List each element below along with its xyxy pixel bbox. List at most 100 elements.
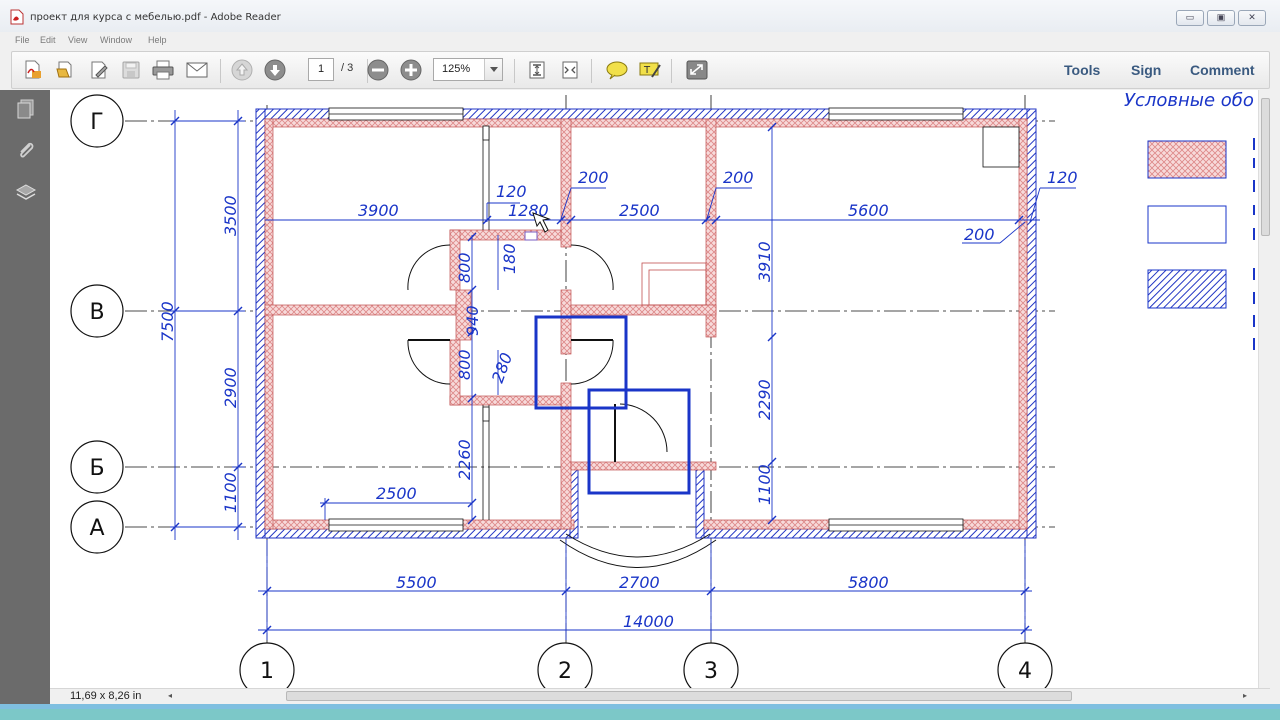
exterior-walls — [255, 108, 1037, 539]
zoom-in-icon — [400, 59, 422, 81]
axis-row-v: В — [89, 300, 104, 325]
comment-pane-button[interactable]: Comment — [1190, 62, 1255, 78]
dim-7500: 7500 — [158, 301, 177, 342]
menu-file[interactable]: File — [15, 35, 30, 45]
highlighter-icon: T — [639, 62, 661, 78]
envelope-icon — [186, 62, 208, 78]
menu-view[interactable]: View — [68, 35, 87, 45]
dim-120-right: 120 — [1047, 168, 1078, 187]
dim-180: 180 — [500, 243, 519, 274]
fit-page-button[interactable] — [524, 58, 550, 82]
dim-800-bottom: 800 — [455, 349, 474, 380]
page-total-label: / 3 — [341, 62, 354, 74]
dim-200-b: 200 — [723, 168, 754, 187]
minimize-button[interactable]: ▭ — [1176, 10, 1204, 26]
title-bar: проект для курса с мебелью.pdf - Adobe R… — [0, 0, 1280, 32]
dim-1100-right: 1100 — [755, 464, 774, 505]
print-button[interactable] — [150, 58, 176, 82]
previous-page-button[interactable] — [229, 58, 255, 82]
dim-5500: 5500 — [396, 573, 437, 592]
page-number-input[interactable]: 1 — [308, 58, 334, 81]
open-button[interactable] — [52, 58, 78, 82]
vertical-scrollbar[interactable] — [1258, 90, 1272, 688]
dim-3500: 3500 — [221, 195, 240, 236]
dim-2260: 2260 — [455, 439, 474, 480]
toolbar-separator — [514, 59, 515, 83]
save-icon — [122, 61, 140, 79]
document-view[interactable]: 3900 1280 2500 5600 120 200 200 120 200 … — [50, 90, 1258, 688]
menu-edit[interactable]: Edit — [40, 35, 56, 45]
axis-col-1: 1 — [260, 659, 274, 684]
zoom-value: 125% — [442, 63, 471, 75]
insulation-layer — [264, 118, 1028, 530]
dim-800-top: 800 — [455, 252, 474, 283]
dim-2700: 2700 — [619, 573, 660, 592]
zoom-out-icon — [367, 59, 389, 81]
minimize-icon: ▭ — [1185, 12, 1195, 22]
open-icon — [56, 61, 72, 78]
dim-280: 280 — [488, 350, 516, 385]
dimension-labels: 3900 1280 2500 5600 120 200 200 120 200 … — [158, 168, 1078, 631]
status-bar: 11,69 x 8,26 in ◂ ▸ — [50, 688, 1270, 704]
zoom-select[interactable]: 125% — [433, 58, 503, 81]
navigation-pane — [0, 90, 50, 704]
edit-icon — [91, 61, 108, 79]
close-icon: ✕ — [1248, 12, 1256, 22]
printer-icon — [152, 60, 174, 80]
next-page-button[interactable] — [262, 58, 288, 82]
zoom-in-button[interactable] — [398, 58, 424, 82]
fit-width-icon — [562, 61, 578, 79]
menu-help[interactable]: Help — [148, 35, 167, 45]
dim-3900: 3900 — [358, 201, 399, 220]
axis-row-a: А — [89, 516, 104, 541]
svg-text:T: T — [643, 65, 651, 76]
dim-2500: 2500 — [619, 201, 660, 220]
comment-bubble-icon — [606, 61, 628, 80]
axis-col-3: 3 — [704, 659, 718, 684]
dim-200-a: 200 — [578, 168, 609, 187]
restore-button[interactable]: ▣ — [1207, 10, 1235, 26]
axis-col-2: 2 — [558, 659, 572, 684]
expand-icon — [686, 60, 708, 80]
menu-bar: File Edit View Window Help — [0, 32, 1280, 50]
dim-room-2500: 2500 — [376, 484, 417, 503]
close-button[interactable]: ✕ — [1238, 10, 1266, 26]
create-pdf-button[interactable] — [20, 58, 46, 82]
legend-title: Условные обо — [1124, 90, 1254, 111]
edit-button[interactable] — [86, 58, 112, 82]
adobe-reader-window: проект для курса с мебелью.pdf - Adobe R… — [0, 0, 1280, 720]
menu-window[interactable]: Window — [100, 35, 132, 45]
attachments-icon[interactable] — [15, 140, 37, 162]
arrow-up-icon — [231, 59, 253, 81]
chevron-down-icon[interactable] — [484, 59, 502, 80]
highlight-text-button[interactable]: T — [637, 58, 663, 82]
scroll-left-icon[interactable]: ◂ — [168, 691, 172, 700]
vertical-scroll-thumb[interactable] — [1261, 98, 1270, 236]
email-button[interactable] — [184, 58, 210, 82]
full-screen-button[interactable] — [684, 58, 710, 82]
pdf-file-icon — [10, 9, 24, 25]
tools-pane-button[interactable]: Tools — [1064, 62, 1100, 78]
horizontal-scroll-thumb[interactable] — [286, 691, 1072, 701]
fit-width-button[interactable] — [557, 58, 583, 82]
window-title: проект для курса с мебелью.pdf - Adobe R… — [30, 12, 281, 23]
small-marker — [524, 231, 538, 241]
axis-row-g: Г — [90, 110, 103, 135]
dim-2900: 2900 — [221, 367, 240, 408]
create-pdf-icon — [25, 60, 41, 79]
toolbar-separator — [671, 59, 672, 83]
legend-swatches — [1147, 140, 1227, 309]
sticky-note-button[interactable] — [604, 58, 630, 82]
scroll-right-icon[interactable]: ▸ — [1243, 691, 1247, 700]
layers-icon[interactable] — [15, 182, 37, 204]
dim-1100-left: 1100 — [221, 472, 240, 513]
restore-icon: ▣ — [1216, 12, 1226, 22]
sign-pane-button[interactable]: Sign — [1131, 62, 1161, 78]
zoom-out-button[interactable] — [365, 58, 391, 82]
dimension-ticks — [170, 116, 1030, 635]
fit-page-icon — [529, 61, 545, 79]
toolbar-separator — [591, 59, 592, 83]
save-button[interactable] — [118, 58, 144, 82]
dimension-lines — [170, 110, 1076, 640]
page-thumbnails-icon[interactable] — [15, 98, 37, 120]
